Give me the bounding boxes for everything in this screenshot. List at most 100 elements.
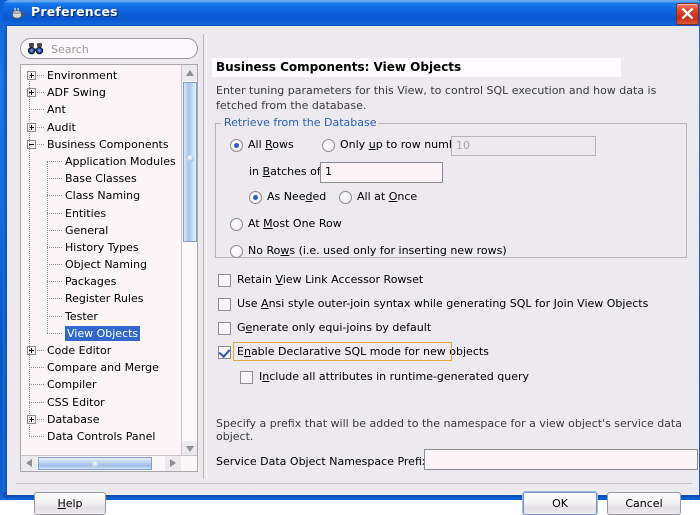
title-bar[interactable]: Preferences	[3, 0, 700, 26]
row-number-input[interactable]: 10	[451, 136, 596, 156]
label-include-all-attributes: Include all attributes in runtime-genera…	[259, 370, 529, 383]
binoculars-icon	[27, 42, 44, 56]
tree-item-label: ADF Swing	[47, 86, 106, 100]
tree-connector-icon	[37, 92, 44, 94]
tree-item-view-objects[interactable]: View Objects	[21, 325, 181, 342]
tree-item-label: History Types	[65, 240, 139, 254]
radio-at-most-one-row[interactable]	[230, 218, 243, 231]
radio-only-up-to-row-number[interactable]	[322, 139, 335, 152]
tree-connector-icon	[47, 160, 62, 163]
scroll-right-arrow-icon[interactable]	[165, 456, 181, 471]
scroll-thumb-grip-icon	[92, 461, 99, 468]
tree-connector-icon	[37, 75, 44, 77]
namespace-prefix-note: Specify a prefix that will be added to t…	[216, 417, 682, 443]
ok-button[interactable]: OK	[523, 492, 597, 515]
tree-item-label: Compiler	[47, 378, 97, 392]
label-no-rows: No Rows (i.e. used only for inserting ne…	[248, 244, 507, 257]
checkbox-include-all-attributes[interactable]	[240, 371, 253, 384]
tree-connector-icon	[37, 126, 44, 129]
page-header-banner: Business Components: View Objects	[212, 58, 621, 77]
tree-item-compiler[interactable]: Compiler	[21, 376, 181, 393]
tree-item-label: Database	[47, 412, 100, 426]
tree-item-adf-swing[interactable]: ADF Swing	[21, 84, 181, 101]
tree-connector-icon	[29, 384, 44, 386]
label-use-ansi-style-outer-join: Use Ansi style outer-join syntax while g…	[237, 297, 649, 310]
tree-item-application-modules[interactable]: Application Modules	[21, 153, 181, 170]
label-in-batches-of: in Batches of:	[249, 165, 325, 178]
tree-item-label: Data Controls Panel	[47, 429, 156, 443]
radio-no-rows[interactable]	[230, 245, 243, 258]
tree-item-compare-and-merge[interactable]: Compare and Merge	[21, 359, 181, 376]
batches-of-input[interactable]: 1	[320, 162, 443, 183]
group-title: Retrieve from the Database	[222, 116, 379, 129]
label-only-up-to-row-number: Only up to row number	[340, 138, 468, 151]
tree-item-class-naming[interactable]: Class Naming	[21, 187, 181, 204]
tree-hscroll-thumb[interactable]	[38, 457, 152, 470]
tree-item-data-controls-panel[interactable]: Data Controls Panel	[21, 428, 181, 445]
tree-item-label: Ant	[47, 103, 66, 117]
tree-vertical-scrollbar[interactable]	[181, 65, 197, 457]
tree-item-register-rules[interactable]: Register Rules	[21, 290, 181, 307]
button-bar-separator	[16, 483, 692, 485]
tree-item-tester[interactable]: Tester	[21, 308, 181, 325]
tree-item-database[interactable]: Database	[21, 411, 181, 428]
tree-connector-icon	[47, 298, 62, 300]
tree-horizontal-scrollbar[interactable]	[21, 455, 197, 471]
checkbox-use-ansi-style-outer-join[interactable]	[218, 298, 231, 311]
tree-item-label: View Objects	[65, 325, 141, 341]
tree-item-label: Code Editor	[47, 344, 112, 357]
page-description: Enter tuning parameters for this View, t…	[216, 84, 657, 112]
tree-item-label: General	[65, 223, 109, 237]
scroll-left-arrow-icon[interactable]	[21, 456, 37, 471]
tree-item-label: Register Rules	[65, 292, 144, 306]
tree-item-label: Audit	[47, 120, 76, 134]
tree-item-history-types[interactable]: History Types	[21, 239, 181, 256]
tree-item-label: Base Classes	[65, 172, 137, 186]
pane-divider[interactable]	[203, 34, 207, 479]
dialog-client-area: Search Environment ADF Swing Ant Audit Busin…	[7, 26, 699, 515]
tree-item-packages[interactable]: Packages	[21, 273, 181, 290]
window-title: Preferences	[31, 4, 118, 19]
tree-connector-icon	[29, 367, 44, 369]
tree-item-ant[interactable]: Ant	[21, 101, 181, 118]
tree-item-environment[interactable]: Environment	[21, 67, 181, 84]
preferences-tree[interactable]: Environment ADF Swing Ant Audit Business Com…	[20, 64, 198, 472]
tree-connector-icon	[47, 281, 62, 283]
tree-vscroll-thumb[interactable]	[183, 82, 197, 242]
label-service-data-object-prefix: Service Data Object Namespace Prefix:	[216, 455, 433, 468]
scroll-thumb-grip-icon	[187, 155, 194, 162]
label-generate-only-equi-joins: Generate only equi-joins by default	[237, 321, 432, 334]
checkbox-enable-declarative-sql-mode[interactable]	[218, 346, 231, 359]
group-border-right	[364, 123, 687, 124]
checkbox-retain-view-link-accessor-rowset[interactable]	[218, 274, 231, 287]
close-icon[interactable]	[676, 3, 699, 25]
radio-all-rows[interactable]	[230, 139, 243, 152]
tree-item-base-classes[interactable]: Base Classes	[21, 170, 181, 187]
radio-all-at-once[interactable]	[339, 191, 352, 204]
tree-item-audit[interactable]: Audit	[21, 119, 181, 136]
radio-as-needed[interactable]	[249, 191, 262, 204]
scroll-up-arrow-icon[interactable]	[182, 65, 197, 81]
checkbox-generate-only-equi-joins[interactable]	[218, 322, 231, 335]
tree-connector-icon	[37, 143, 44, 146]
page-title: Business Components: View Objects	[216, 60, 462, 74]
help-button[interactable]: Help	[34, 492, 106, 515]
tree-item-label: Environment	[47, 69, 118, 82]
tree-child-connector-icon	[47, 161, 49, 333]
tree-item-code-editor[interactable]: Code Editor	[21, 342, 181, 359]
tree-connector-icon	[47, 195, 62, 197]
label-all-at-once: All at Once	[357, 190, 418, 203]
search-input[interactable]: Search	[20, 38, 198, 59]
tree-item-label: Tester	[65, 309, 98, 323]
tree-item-entities[interactable]: Entities	[21, 205, 181, 222]
tree-item-label: CSS Editor	[47, 395, 105, 409]
tree-item-css-editor[interactable]: CSS Editor	[21, 394, 181, 411]
tree-item-label: Entities	[65, 206, 107, 220]
cancel-button[interactable]: Cancel	[607, 492, 681, 515]
tree-item-label: Packages	[65, 275, 117, 289]
service-data-object-namespace-prefix-input[interactable]	[424, 449, 698, 470]
tree-item-general[interactable]: General	[21, 222, 181, 239]
tree-item-business-components[interactable]: Business Components	[21, 136, 181, 153]
coffee-cup-icon	[10, 5, 26, 21]
tree-item-object-naming[interactable]: Object Naming	[21, 256, 181, 273]
